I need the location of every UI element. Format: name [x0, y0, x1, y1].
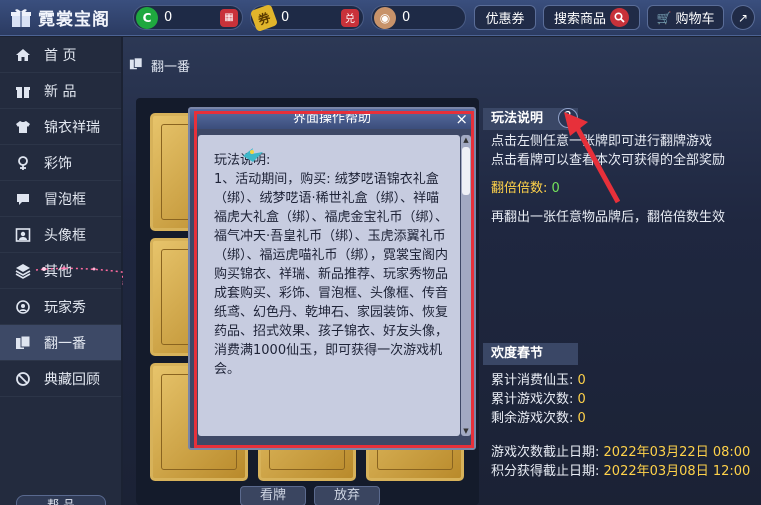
- search-button[interactable]: 搜索商品: [543, 5, 640, 30]
- spent-row: 累计消费仙玉: 0: [491, 371, 761, 390]
- ticket-icon: 券: [249, 3, 279, 32]
- multiplier-row: 翻倍倍数: 0: [491, 179, 761, 198]
- exchange-button-green[interactable]: ▦: [220, 8, 238, 27]
- bronze-coin-icon: ◉: [374, 6, 396, 29]
- sidebar-item-label: 新 品: [44, 83, 77, 100]
- exchange-button-ticket[interactable]: 兑: [341, 8, 359, 27]
- cart-button[interactable]: 🛒 购物车: [647, 5, 724, 30]
- sidebar-item-bubble[interactable]: 冒泡框: [0, 181, 121, 217]
- games-value: 0: [577, 392, 586, 407]
- layers-icon: [14, 262, 32, 280]
- game-deadline-value: 2022年03月22日 08:00: [603, 445, 751, 460]
- player-icon: [14, 298, 32, 316]
- cart-label: 购物车: [675, 12, 715, 27]
- currency-bronze-value: 0: [402, 10, 411, 25]
- game-deadline-label: 游戏次数截止日期:: [491, 445, 600, 460]
- rules-header: 玩法说明 ?: [483, 100, 761, 130]
- sidebar-item-label: 锦衣祥瑞: [44, 119, 100, 136]
- sidebar-item-label: 翻一番: [44, 335, 86, 352]
- currency-ticket-value: 0: [281, 10, 290, 25]
- game-deadline-row: 游戏次数截止日期: 2022年03月22日 08:00: [491, 443, 761, 462]
- games-row: 累计游戏次数: 0: [491, 390, 761, 409]
- breadcrumb-label: 翻一番: [151, 60, 191, 75]
- sidebar-item-new[interactable]: 新 品: [0, 73, 121, 109]
- currency-bronze: ◉ 0: [371, 5, 466, 30]
- annotation-arrow: [564, 112, 620, 204]
- search-label: 搜索商品: [553, 12, 606, 27]
- currency-ticket: 券 0 兑: [249, 3, 364, 32]
- bird-icon: [243, 148, 263, 162]
- close-icon[interactable]: ×: [455, 109, 468, 129]
- right-panel: 玩法说明 ? 点击左侧任意一张牌即可进行翻牌游戏 点击看牌可以查看本次可获得的全…: [483, 100, 761, 505]
- dialog-scrollbar[interactable]: ▲ ▼: [461, 135, 471, 436]
- ornament-icon: [14, 154, 32, 172]
- ban-icon: [14, 370, 32, 388]
- currency-green-value: 0: [164, 10, 173, 25]
- sidebar-item-flip[interactable]: 翻一番: [0, 325, 121, 361]
- currency-green: C 0 ▦: [133, 5, 243, 30]
- search-icon: [610, 8, 629, 27]
- scroll-thumb[interactable]: [462, 147, 470, 195]
- dialog-title: 界面操作帮助: [292, 111, 371, 126]
- remaining-value: 0: [577, 411, 586, 426]
- cart-icon: 🛒: [656, 10, 672, 25]
- dialog-body: 玩法说明: 1、活动期间，购买: 绒梦呓语锦衣礼盒（绑）、绒梦呓语·稀世礼盒（绑…: [198, 135, 460, 436]
- multiplier-label: 翻倍倍数:: [491, 181, 548, 196]
- games-label: 累计游戏次数:: [491, 392, 574, 407]
- sidebar-item-label: 首 页: [44, 47, 77, 64]
- spent-value: 0: [577, 373, 586, 388]
- home-icon: [14, 46, 32, 64]
- sparkle-effect: [35, 266, 127, 299]
- multiplier-value: 0: [551, 181, 560, 196]
- arrow-up-right-icon: ↗: [737, 10, 749, 25]
- cards-icon: [129, 56, 143, 75]
- green-coin-icon: C: [136, 6, 158, 29]
- rules-line-2: 点击看牌可以查看本次可获得的全部奖励: [491, 153, 726, 168]
- sidebar-item-collection[interactable]: 典藏回顾: [0, 361, 121, 397]
- shirt-icon: [14, 118, 32, 136]
- points-deadline-value: 2022年03月08日 12:00: [603, 464, 751, 479]
- event-title: 欢度春节: [483, 343, 578, 365]
- gift-icon: [14, 82, 32, 100]
- scroll-up-icon[interactable]: ▲: [461, 135, 471, 145]
- rules-line-3: 再翻出一张任意物品牌后，翻倍倍数生效: [491, 210, 726, 225]
- spent-label: 累计消费仙玉:: [491, 373, 574, 388]
- sidebar-item-label: 头像框: [44, 227, 86, 244]
- sidebar-item-label: 典藏回顾: [44, 371, 100, 388]
- app-title: 霓裳宝阁: [38, 10, 110, 30]
- points-deadline-row: 积分获得截止日期: 2022年03月08日 12:00: [491, 462, 761, 481]
- sidebar-item-label: 冒泡框: [44, 191, 86, 208]
- scroll-down-icon[interactable]: ▼: [461, 426, 471, 436]
- gift-box-icon: [11, 8, 31, 27]
- remaining-label: 剩余游戏次数:: [491, 411, 574, 426]
- points-deadline-label: 积分获得截止日期:: [491, 464, 600, 479]
- app-logo: 霓裳宝阁: [10, 5, 110, 30]
- breadcrumb: 翻一番: [129, 56, 190, 75]
- give-up-button[interactable]: 放弃: [314, 486, 380, 505]
- remaining-row: 剩余游戏次数: 0: [491, 409, 761, 428]
- sidebar-item-label: 彩饰: [44, 155, 72, 172]
- sidebar-bottom-tab[interactable]: 帮 品: [16, 495, 106, 505]
- sidebar-item-outfit[interactable]: 锦衣祥瑞: [0, 109, 121, 145]
- coupon-label: 优惠券: [485, 12, 525, 27]
- expand-button[interactable]: ↗: [731, 5, 755, 30]
- help-dialog: 界面操作帮助 × 玩法说明: 1、活动期间，购买: 绒梦呓语锦衣礼盒（绑）、绒梦…: [188, 107, 476, 450]
- dialog-body-text: 玩法说明: 1、活动期间，购买: 绒梦呓语锦衣礼盒（绑）、绒梦呓语·稀世礼盒（绑…: [214, 153, 449, 377]
- sidebar-item-home[interactable]: 首 页: [0, 37, 121, 73]
- bubble-icon: [14, 190, 32, 208]
- look-cards-button[interactable]: 看牌: [240, 486, 306, 505]
- cards-icon: [14, 334, 32, 352]
- sidebar-item-avatar-frame[interactable]: 头像框: [0, 217, 121, 253]
- coupon-button[interactable]: 优惠券: [474, 5, 536, 30]
- sidebar-item-ornament[interactable]: 彩饰: [0, 145, 121, 181]
- portrait-icon: [14, 226, 32, 244]
- rules-line-1: 点击左侧任意一张牌即可进行翻牌游戏: [491, 134, 713, 149]
- dialog-header: 界面操作帮助 ×: [190, 109, 474, 129]
- top-bar: 霓裳宝阁 C 0 ▦ 券 0 兑 ◉ 0 优惠券 搜索商品 🛒 购物车 ↗: [0, 0, 761, 36]
